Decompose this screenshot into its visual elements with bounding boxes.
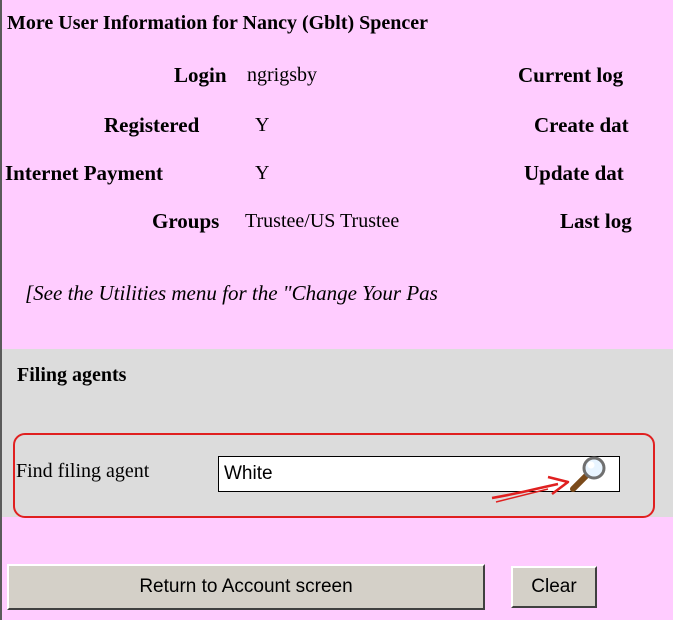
- return-to-account-button[interactable]: Return to Account screen: [7, 564, 485, 610]
- groups-label: Groups: [152, 209, 220, 233]
- annotation-arrow-icon: [491, 475, 570, 503]
- clear-button[interactable]: Clear: [511, 566, 597, 608]
- current-login-label: Current log: [518, 63, 624, 87]
- update-date-label: Update dat: [524, 161, 624, 185]
- internet-payment-label: Internet Payment: [5, 161, 164, 185]
- page-background: [2, 0, 673, 620]
- registered-value: Y: [255, 114, 270, 136]
- utilities-note: [See the Utilities menu for the "Change …: [25, 281, 438, 305]
- create-date-label: Create dat: [534, 113, 629, 137]
- find-filing-agent-label: Find filing agent: [16, 460, 150, 482]
- registered-label: Registered: [104, 113, 200, 137]
- groups-value: Trustee/US Trustee: [245, 210, 400, 232]
- internet-payment-value: Y: [255, 162, 270, 184]
- login-value: ngrigsby: [247, 64, 317, 86]
- magnifier-icon[interactable]: [566, 454, 610, 494]
- filing-agents-title: Filing agents: [17, 364, 127, 386]
- login-label: Login: [174, 63, 227, 87]
- last-login-label: Last log: [560, 209, 632, 233]
- page-title: More User Information for Nancy (Gblt) S…: [7, 12, 429, 34]
